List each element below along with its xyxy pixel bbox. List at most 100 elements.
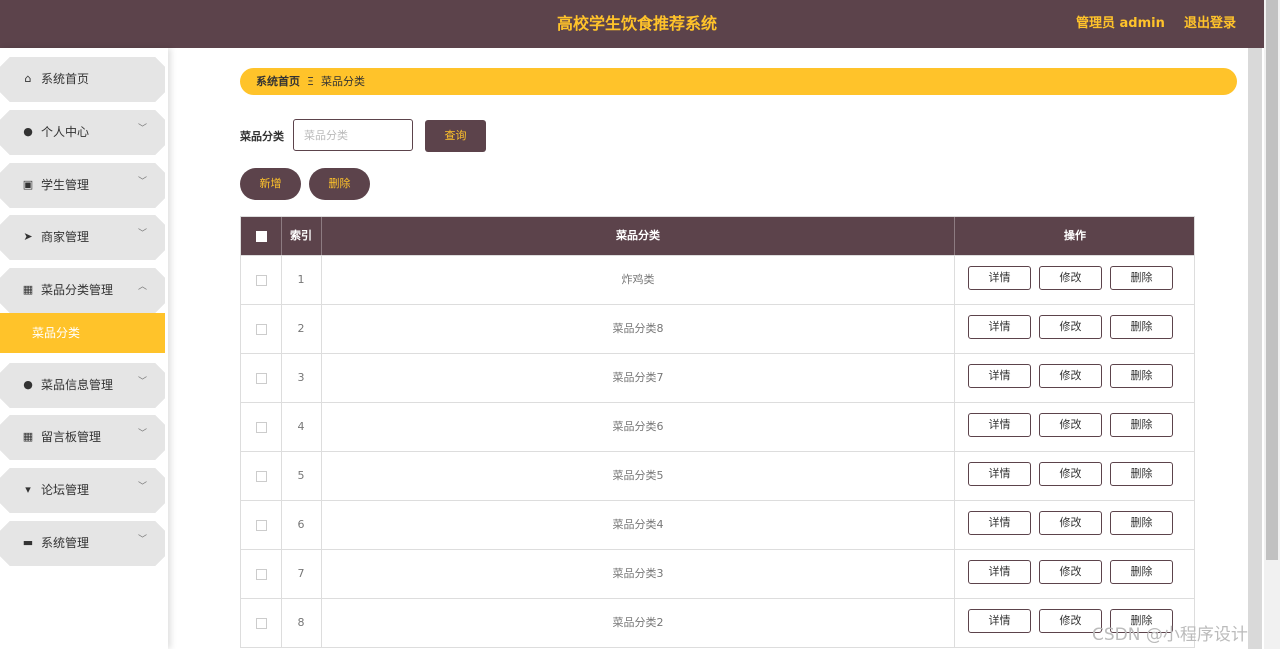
edit-button[interactable]: 修改 [1039, 560, 1102, 584]
row-index: 3 [297, 371, 305, 384]
row-index: 1 [297, 273, 305, 286]
edit-button[interactable]: 修改 [1039, 413, 1102, 437]
edit-button[interactable]: 修改 [1039, 462, 1102, 486]
sidebar-item-3[interactable]: ➤ 商家管理 ﹀ [0, 215, 165, 260]
row-index: 4 [297, 420, 305, 433]
clipboard-icon: ▣ [22, 178, 34, 191]
sign-icon: ▾ [25, 483, 31, 496]
edit-button[interactable]: 修改 [1039, 364, 1102, 388]
detail-button[interactable]: 详情 [968, 413, 1031, 437]
sidebar-item-label: 个人中心 [41, 125, 90, 139]
header-ops: 操作 [1064, 229, 1086, 242]
row-delete-button[interactable]: 删除 [1110, 462, 1173, 486]
row-checkbox[interactable] [241, 599, 281, 647]
sidebar-item-6[interactable]: ▦ 留言板管理 ﹀ [0, 415, 165, 460]
sidebar-subitem-category[interactable]: 菜品分类 [0, 313, 165, 353]
row-category: 菜品分类3 [612, 567, 664, 580]
sidebar-item-label: 商家管理 [41, 230, 90, 244]
row-delete-button[interactable]: 删除 [1110, 266, 1173, 290]
row-checkbox[interactable] [241, 501, 281, 549]
breadcrumb-home[interactable]: 系统首页 [256, 68, 300, 95]
row-delete-button[interactable]: 删除 [1110, 560, 1173, 584]
row-category: 菜品分类4 [612, 518, 664, 531]
chevron-down-icon: ﹀ [138, 482, 148, 492]
sidebar-item-4[interactable]: ▦ 菜品分类管理 ︿ [0, 268, 165, 313]
select-all-checkbox[interactable] [241, 217, 281, 255]
breadcrumb: 系统首页 Ξ 菜品分类 [240, 68, 1237, 95]
row-checkbox[interactable] [241, 452, 281, 500]
table-row: 2 菜品分类8 详情 修改 删除 [241, 304, 1194, 353]
logout-link[interactable]: 退出登录 [1184, 0, 1236, 48]
sidebar-item-7[interactable]: ▾ 论坛管理 ﹀ [0, 468, 165, 513]
sidebar-item-2[interactable]: ▣ 学生管理 ﹀ [0, 163, 165, 208]
sidebar-item-8[interactable]: ▬ 系统管理 ﹀ [0, 521, 165, 566]
home-icon: ⌂ [24, 72, 32, 85]
query-button[interactable]: 查询 [425, 120, 486, 152]
detail-button[interactable]: 详情 [968, 609, 1031, 633]
search-input[interactable] [293, 119, 413, 151]
sidebar-item-label: 系统管理 [41, 536, 90, 550]
content-edge [1248, 48, 1262, 649]
row-delete-button[interactable]: 删除 [1110, 364, 1173, 388]
detail-button[interactable]: 详情 [968, 315, 1031, 339]
row-index: 2 [297, 322, 305, 335]
row-delete-button[interactable]: 删除 [1110, 511, 1173, 535]
table-row: 5 菜品分类5 详情 修改 删除 [241, 451, 1194, 500]
row-checkbox[interactable] [241, 403, 281, 451]
row-index: 5 [297, 469, 305, 482]
batch-delete-button[interactable]: 删除 [309, 168, 370, 200]
detail-button[interactable]: 详情 [968, 462, 1031, 486]
edit-button[interactable]: 修改 [1039, 315, 1102, 339]
header-index: 索引 [290, 229, 312, 242]
sidebar-subitem-label: 菜品分类 [32, 326, 81, 340]
row-checkbox[interactable] [241, 550, 281, 598]
row-checkbox[interactable] [241, 305, 281, 353]
table-row: 4 菜品分类6 详情 修改 删除 [241, 402, 1194, 451]
row-category: 菜品分类5 [612, 469, 664, 482]
table-row: 8 菜品分类2 详情 修改 删除 [241, 598, 1194, 647]
admin-label: 管理员 admin [1076, 16, 1165, 31]
chevron-down-icon: ﹀ [138, 377, 148, 387]
sidebar-item-label: 系统首页 [41, 72, 90, 86]
breadcrumb-separator: Ξ [307, 75, 314, 88]
detail-button[interactable]: 详情 [968, 364, 1031, 388]
row-delete-button[interactable]: 删除 [1110, 315, 1173, 339]
scrollbar-thumb[interactable] [1266, 0, 1278, 560]
chevron-down-icon: ﹀ [138, 429, 148, 439]
edit-button[interactable]: 修改 [1039, 511, 1102, 535]
table-row: 7 菜品分类3 详情 修改 删除 [241, 549, 1194, 598]
top-header: 高校学生饮食推荐系统 管理员 admin 退出登录 [0, 0, 1264, 48]
row-checkbox[interactable] [241, 256, 281, 304]
add-button[interactable]: 新增 [240, 168, 301, 200]
grid-icon: ▦ [22, 430, 34, 443]
chevron-down-icon: ﹀ [138, 177, 148, 187]
row-delete-button[interactable]: 删除 [1110, 413, 1173, 437]
row-checkbox[interactable] [241, 354, 281, 402]
bulb-icon: ● [23, 378, 33, 391]
sidebar-item-1[interactable]: ● 个人中心 ﹀ [0, 110, 165, 155]
breadcrumb-current: 菜品分类 [321, 75, 365, 88]
detail-button[interactable]: 详情 [968, 511, 1031, 535]
row-category: 菜品分类8 [612, 322, 664, 335]
table-body: 1 炸鸡类 详情 修改 删除 2 菜品分类8 详情 修改 删除 3 菜品分类7 详情 修改 删除 4 菜品分类6… [241, 255, 1194, 647]
row-index: 6 [297, 518, 305, 531]
table-row: 6 菜品分类4 详情 修改 删除 [241, 500, 1194, 549]
sidebar-item-5[interactable]: ● 菜品信息管理 ﹀ [0, 363, 165, 408]
sidebar-item-label: 菜品信息管理 [41, 378, 114, 392]
row-category: 菜品分类2 [612, 616, 664, 629]
chevron-down-icon: ﹀ [138, 229, 148, 239]
row-category: 菜品分类6 [612, 420, 664, 433]
edit-button[interactable]: 修改 [1039, 266, 1102, 290]
search-label: 菜品分类 [240, 130, 284, 143]
header-category: 菜品分类 [616, 229, 660, 242]
row-index: 7 [297, 567, 305, 580]
table-row: 1 炸鸡类 详情 修改 删除 [241, 255, 1194, 304]
sidebar-item-0[interactable]: ⌂ 系统首页 [0, 57, 165, 102]
detail-button[interactable]: 详情 [968, 266, 1031, 290]
sidebar-item-label: 菜品分类管理 [41, 283, 114, 297]
watermark: CSDN @小程序设计 [1092, 625, 1248, 645]
scrollbar[interactable] [1264, 0, 1280, 649]
sidebar-item-label: 论坛管理 [41, 483, 90, 497]
monitor-icon: ▬ [22, 536, 34, 549]
detail-button[interactable]: 详情 [968, 560, 1031, 584]
